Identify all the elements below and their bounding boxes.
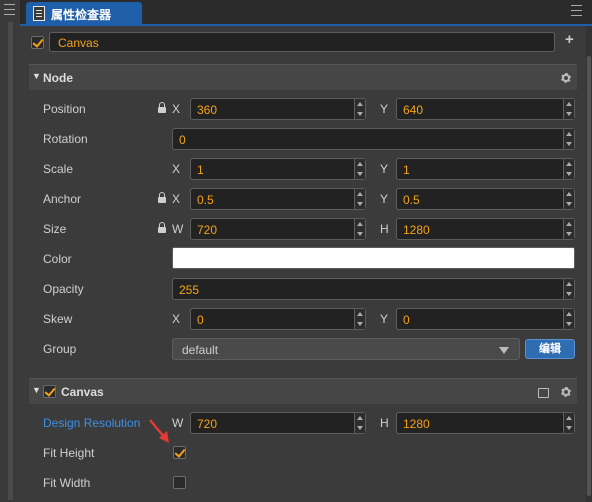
skew-label: Skew (43, 312, 73, 326)
panel-menu-icon[interactable] (571, 4, 582, 19)
gear-icon[interactable] (561, 73, 571, 83)
inspector-icon (33, 6, 45, 21)
collapse-arrow-icon[interactable]: ▼ (32, 385, 41, 395)
panel-menu-icon[interactable] (4, 4, 15, 18)
lock-icon[interactable] (158, 102, 166, 113)
stepper-icon[interactable] (354, 413, 365, 433)
fit-height-checkbox[interactable] (173, 446, 186, 459)
node-section-header[interactable]: ▼ Node (29, 64, 577, 90)
stepper-icon[interactable] (563, 129, 574, 149)
design-resolution-w-input[interactable]: 720 (190, 412, 366, 434)
stepper-icon[interactable] (354, 189, 365, 209)
fit-height-label: Fit Height (43, 446, 95, 460)
scale-label: Scale (43, 162, 74, 176)
group-select[interactable]: default (172, 338, 520, 360)
stepper-icon[interactable] (563, 189, 574, 209)
collapse-arrow-icon[interactable]: ▼ (32, 71, 41, 81)
position-x-axis: X (172, 102, 181, 116)
tab-inspector[interactable]: 属性检查器 (26, 2, 142, 24)
group-edit-button[interactable]: 编辑 (525, 339, 575, 359)
tab-title: 属性检查器 (51, 8, 112, 22)
canvas-enabled-checkbox[interactable] (43, 385, 56, 398)
stepper-icon[interactable] (354, 219, 365, 239)
scale-x-input[interactable]: 1 (190, 158, 366, 180)
design-resolution-h-input[interactable]: 1280 (396, 412, 575, 434)
anchor-y-axis: Y (380, 192, 389, 206)
gear-icon[interactable] (561, 387, 571, 397)
canvas-section-title: Canvas (61, 385, 104, 399)
add-component-icon[interactable]: + (565, 31, 574, 48)
position-x-input[interactable]: 360 (190, 98, 366, 120)
stepper-icon[interactable] (563, 159, 574, 179)
node-section-body: Position X 360 Y 640 Rotation 0 Scale X … (29, 90, 577, 370)
stepper-icon[interactable] (563, 99, 574, 119)
position-label: Position (43, 102, 86, 116)
stepper-icon[interactable] (354, 159, 365, 179)
stepper-icon[interactable] (354, 99, 365, 119)
color-label: Color (43, 252, 72, 266)
design-resolution-label[interactable]: Design Resolution (43, 416, 140, 430)
inspector-panel: 属性检查器 Canvas + ▼ Node Position X 360 Y 6… (20, 0, 592, 502)
size-w-input[interactable]: 720 (190, 218, 366, 240)
tab-bar: 属性检查器 (20, 0, 592, 26)
opacity-label: Opacity (43, 282, 84, 296)
node-section-title: Node (43, 71, 73, 85)
left-panel-strip (0, 0, 21, 502)
position-y-axis: Y (380, 102, 389, 116)
stepper-icon[interactable] (563, 279, 574, 299)
stepper-icon[interactable] (354, 309, 365, 329)
inspector-scrollbar[interactable] (586, 26, 592, 502)
lock-icon[interactable] (158, 192, 166, 203)
node-active-checkbox[interactable] (31, 36, 44, 49)
anchor-y-input[interactable]: 0.5 (396, 188, 575, 210)
dropdown-arrow-icon[interactable] (499, 347, 509, 354)
skew-x-input[interactable]: 0 (190, 308, 366, 330)
skew-y-input[interactable]: 0 (396, 308, 575, 330)
scale-y-axis: Y (380, 162, 389, 176)
anchor-x-input[interactable]: 0.5 (190, 188, 366, 210)
anchor-label: Anchor (43, 192, 82, 206)
stepper-icon[interactable] (563, 219, 574, 239)
rotation-label: Rotation (43, 132, 88, 146)
rotation-input[interactable]: 0 (172, 128, 575, 150)
node-name-input[interactable]: Canvas (49, 32, 555, 52)
size-w-axis: W (172, 222, 184, 236)
help-book-icon[interactable] (538, 388, 549, 398)
position-y-input[interactable]: 640 (396, 98, 575, 120)
scale-x-axis: X (172, 162, 181, 176)
size-h-input[interactable]: 1280 (396, 218, 575, 240)
scale-y-input[interactable]: 1 (396, 158, 575, 180)
stepper-icon[interactable] (563, 413, 574, 433)
skew-x-axis: X (172, 312, 181, 326)
fit-width-checkbox[interactable] (173, 476, 186, 489)
lock-icon[interactable] (158, 222, 166, 233)
left-scrollbar[interactable] (8, 22, 13, 500)
design-resolution-h-axis: H (380, 416, 389, 430)
canvas-section-header[interactable]: ▼ Canvas (29, 378, 577, 404)
skew-y-axis: Y (380, 312, 389, 326)
group-label: Group (43, 342, 77, 356)
size-label: Size (43, 222, 67, 236)
fit-width-label: Fit Width (43, 476, 91, 490)
size-h-axis: H (380, 222, 389, 236)
red-arrow-annotation (149, 419, 169, 443)
anchor-x-axis: X (172, 192, 181, 206)
canvas-section-body: Design Resolution W 720 H 1280 Fit Heigh… (29, 404, 577, 502)
opacity-input[interactable]: 255 (172, 278, 575, 300)
stepper-icon[interactable] (563, 309, 574, 329)
color-swatch[interactable] (172, 247, 575, 269)
